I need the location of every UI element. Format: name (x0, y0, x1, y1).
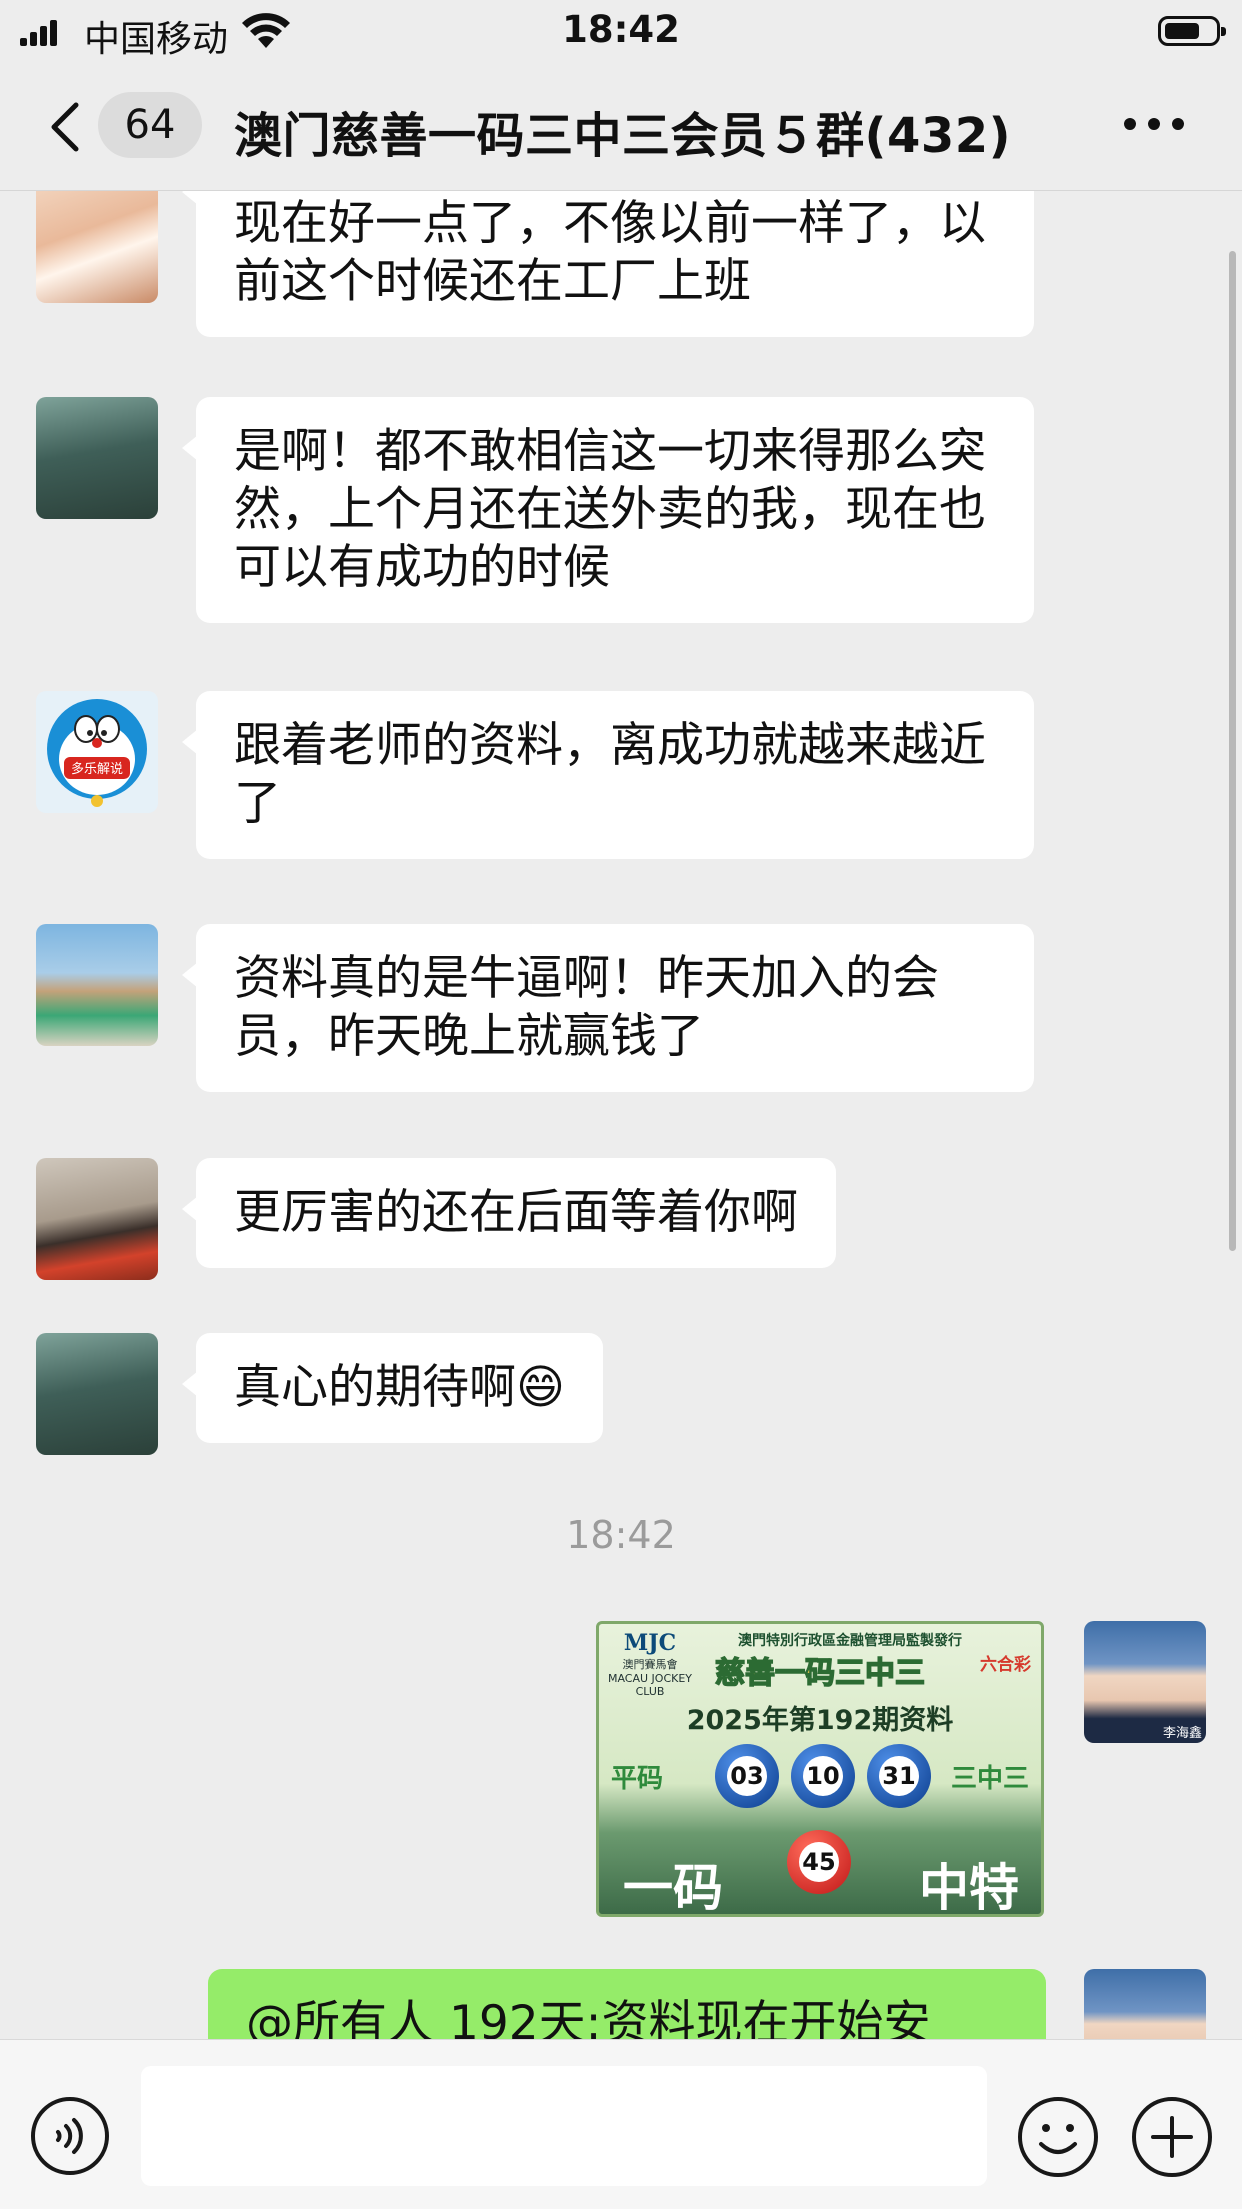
voice-input-icon[interactable] (30, 2096, 110, 2176)
chat-input-bar (0, 2039, 1242, 2209)
lottery-ball: 03 (715, 1744, 779, 1808)
card-header-text: 澳門特別行政區金融管理局監製發行 (738, 1633, 962, 1649)
message-bubble[interactable]: 是啊！都不敢相信这一切来得那么突然，上个月还在送外卖的我，现在也可以有成功的时候 (182, 397, 1034, 623)
message-bubble[interactable]: 资料真的是牛逼啊！昨天加入的会员，昨天晚上就赢钱了 (182, 924, 1034, 1092)
message-bubble[interactable]: 真心的期待啊😄 (182, 1333, 603, 1443)
plus-icon[interactable] (1131, 2096, 1213, 2178)
avatar[interactable] (36, 191, 158, 303)
lottery-ball: 31 (867, 1744, 931, 1808)
doraemon-avatar-image: 多乐解说 (47, 699, 147, 807)
avatar[interactable] (36, 924, 158, 1046)
message-input[interactable] (141, 2066, 987, 2186)
chat-message-list[interactable]: 现在好一点了，不像以前一样了，以前这个时候还在工厂上班 是啊！都不敢相信这一切来… (0, 191, 1242, 2039)
avatar-name-label: 李海鑫 (1162, 1726, 1202, 1741)
message-bubble[interactable]: 跟着老师的资料，离成功就越来越近了 (182, 691, 1034, 859)
status-time: 18:42 (562, 8, 680, 51)
emoji-icon[interactable] (1017, 2096, 1099, 2178)
timestamp: 18:42 (566, 1513, 676, 1557)
message-bubble[interactable]: 更厉害的还在后面等着你啊 (182, 1158, 836, 1268)
outgoing-message-bubble[interactable]: @所有人 192天:资料现在开始安 (208, 1969, 1046, 2039)
avatar[interactable]: 多乐解说 (36, 691, 158, 813)
image-message[interactable]: MJC 澳門賽馬會 MACAU JOCKEY CLUB 澳門特別行政區金融管理局監… (596, 1621, 1044, 1917)
avatar[interactable] (36, 1333, 158, 1455)
card-title: 慈善一码三中三 (714, 1655, 926, 1692)
more-options-icon[interactable] (1124, 118, 1184, 132)
status-bar: 中国移动 18:42 (0, 0, 1242, 62)
chat-header: 64 澳门慈善一码三中三会员５群(432) (0, 62, 1242, 191)
card-issue: 2025年第192期资料 (686, 1705, 954, 1736)
unread-count-badge[interactable]: 64 (98, 92, 202, 158)
avatar[interactable]: 李海鑫 (1084, 1621, 1206, 1743)
zhongte-label: 中特 (919, 1858, 1019, 1917)
back-chevron-icon[interactable] (46, 102, 82, 152)
battery-icon (1158, 16, 1226, 46)
avatar[interactable] (36, 397, 158, 519)
special-ball: 45 (787, 1830, 851, 1894)
lottery-ball: 10 (791, 1744, 855, 1808)
avatar[interactable] (1084, 1969, 1206, 2039)
ping-label: 平码 (611, 1764, 664, 1794)
yima-label: 一码 (623, 1858, 723, 1917)
avatar[interactable] (36, 1158, 158, 1280)
avatar-badge: 多乐解说 (71, 761, 123, 777)
message-bubble[interactable]: 现在好一点了，不像以前一样了，以前这个时候还在工厂上班 (182, 191, 1034, 337)
chat-title: 澳门慈善一码三中三会员５群(432) (234, 108, 1012, 164)
sanzhong-label: 三中三 (950, 1764, 1029, 1794)
scrollbar[interactable] (1229, 251, 1236, 1251)
